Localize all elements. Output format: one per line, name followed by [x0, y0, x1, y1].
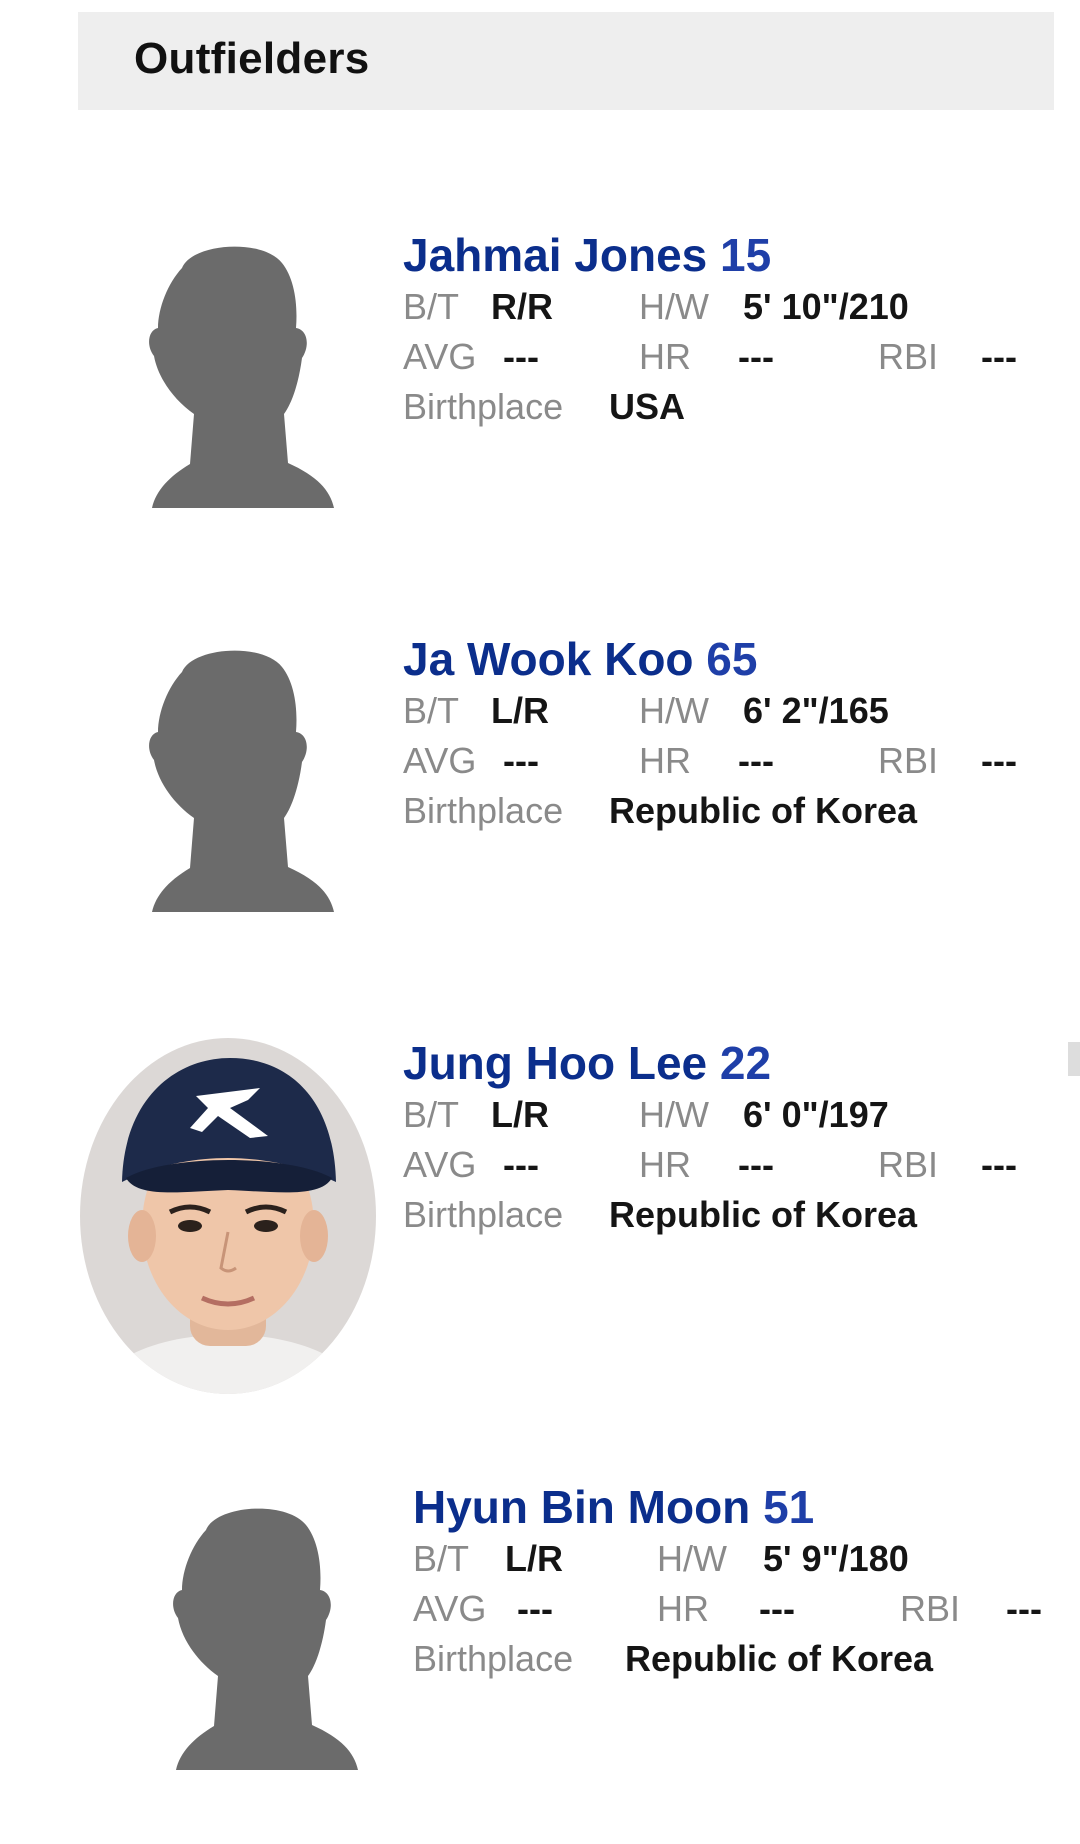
hr-value: --- — [738, 1144, 774, 1185]
avg-label: AVG — [403, 740, 477, 781]
birthplace-label: Birthplace — [413, 1638, 574, 1679]
hw-value: 5' 10"/210 — [743, 286, 909, 327]
player-number: 65 — [706, 633, 758, 685]
avg-label: AVG — [403, 1144, 477, 1185]
player-name-line[interactable]: Jung Hoo Lee 22 — [403, 1036, 1063, 1090]
birthplace-value: Republic of Korea — [625, 1638, 934, 1679]
rbi-value: --- — [981, 336, 1017, 377]
bt-value: L/R — [491, 1094, 549, 1135]
player-name-line[interactable]: Ja Wook Koo 65 — [403, 632, 1063, 686]
hw-value: 5' 9"/180 — [763, 1538, 909, 1579]
player-headshot — [78, 1036, 378, 1396]
hr-value: --- — [738, 740, 774, 781]
hr-value: --- — [759, 1588, 795, 1629]
stats-row: AVG --- HR --- RBI --- — [403, 1140, 1063, 1190]
player-name-line[interactable]: Hyun Bin Moon 51 — [413, 1480, 1073, 1534]
player-info: Jahmai Jones 15 B/T R/R H/W 5' 10"/210 A… — [403, 228, 1063, 432]
bt-label: B/T — [403, 286, 460, 327]
birthplace-row: Birthplace USA — [403, 382, 1063, 432]
player-info: Ja Wook Koo 65 B/T L/R H/W 6' 2"/165 AVG… — [403, 632, 1063, 836]
player-name-line[interactable]: Jahmai Jones 15 — [403, 228, 1063, 282]
rbi-label: RBI — [878, 1144, 939, 1185]
player-card[interactable]: Ja Wook Koo 65 B/T L/R H/W 6' 2"/165 AVG… — [0, 632, 1080, 972]
hw-label: H/W — [639, 690, 709, 731]
player-name[interactable]: Ja Wook Koo — [403, 633, 694, 685]
birthplace-value: USA — [609, 386, 686, 427]
stats-row: AVG --- HR --- RBI --- — [403, 332, 1063, 382]
birthplace-label: Birthplace — [403, 386, 564, 427]
player-info: Hyun Bin Moon 51 B/T L/R H/W 5' 9"/180 A… — [413, 1480, 1073, 1684]
avg-value: --- — [503, 740, 539, 781]
birthplace-value: Republic of Korea — [609, 790, 918, 831]
player-card[interactable]: Jung Hoo Lee 22 B/T L/R H/W 6' 0"/197 AV… — [0, 1036, 1080, 1394]
player-name[interactable]: Jahmai Jones — [403, 229, 707, 281]
avg-value: --- — [503, 336, 539, 377]
bt-value: L/R — [491, 690, 549, 731]
bt-hw-row: B/T L/R H/W 5' 9"/180 — [413, 1534, 1073, 1584]
rbi-label: RBI — [878, 336, 939, 377]
hw-value: 6' 0"/197 — [743, 1094, 889, 1135]
birthplace-value: Republic of Korea — [609, 1194, 918, 1235]
player-number: 22 — [719, 1037, 772, 1089]
player-number: 15 — [720, 229, 772, 281]
hr-label: HR — [639, 740, 691, 781]
player-silhouette-icon — [112, 632, 338, 922]
avg-value: --- — [503, 1144, 539, 1185]
bt-value: R/R — [491, 286, 553, 327]
player-name[interactable]: Hyun Bin Moon — [413, 1481, 750, 1533]
rbi-label: RBI — [878, 740, 939, 781]
player-card[interactable]: Jahmai Jones 15 B/T R/R H/W 5' 10"/210 A… — [0, 228, 1080, 568]
hr-label: HR — [657, 1588, 709, 1629]
player-info: Jung Hoo Lee 22 B/T L/R H/W 6' 0"/197 AV… — [403, 1036, 1063, 1240]
bt-label: B/T — [413, 1538, 470, 1579]
birthplace-label: Birthplace — [403, 790, 564, 831]
birthplace-row: Birthplace Republic of Korea — [403, 786, 1063, 836]
hw-label: H/W — [639, 286, 709, 327]
bt-label: B/T — [403, 690, 460, 731]
bt-hw-row: B/T R/R H/W 5' 10"/210 — [403, 282, 1063, 332]
birthplace-row: Birthplace Republic of Korea — [403, 1190, 1063, 1240]
player-silhouette-icon — [136, 1490, 362, 1780]
player-silhouette-icon — [112, 228, 338, 518]
player-name[interactable]: Jung Hoo Lee — [403, 1037, 707, 1089]
bt-value: L/R — [505, 1538, 563, 1579]
stats-row: AVG --- HR --- RBI --- — [413, 1584, 1073, 1634]
scrollbar-thumb[interactable] — [1068, 1042, 1080, 1076]
birthplace-label: Birthplace — [403, 1194, 564, 1235]
rbi-value: --- — [1006, 1588, 1042, 1629]
birthplace-row: Birthplace Republic of Korea — [413, 1634, 1073, 1684]
avg-value: --- — [517, 1588, 553, 1629]
avg-label: AVG — [413, 1588, 487, 1629]
rbi-value: --- — [981, 1144, 1017, 1185]
hw-value: 6' 2"/165 — [743, 690, 889, 731]
section-title: Outfielders — [134, 34, 370, 83]
stats-row: AVG --- HR --- RBI --- — [403, 736, 1063, 786]
hr-value: --- — [738, 336, 774, 377]
section-header: Outfielders — [78, 12, 1054, 110]
bt-hw-row: B/T L/R H/W 6' 0"/197 — [403, 1090, 1063, 1140]
rbi-label: RBI — [900, 1588, 961, 1629]
hw-label: H/W — [639, 1094, 709, 1135]
rbi-value: --- — [981, 740, 1017, 781]
hw-label: H/W — [657, 1538, 727, 1579]
hr-label: HR — [639, 1144, 691, 1185]
player-card[interactable]: Hyun Bin Moon 51 B/T L/R H/W 5' 9"/180 A… — [0, 1480, 1080, 1820]
bt-label: B/T — [403, 1094, 460, 1135]
bt-hw-row: B/T L/R H/W 6' 2"/165 — [403, 686, 1063, 736]
hr-label: HR — [639, 336, 691, 377]
avg-label: AVG — [403, 336, 477, 377]
player-number: 51 — [763, 1481, 815, 1533]
